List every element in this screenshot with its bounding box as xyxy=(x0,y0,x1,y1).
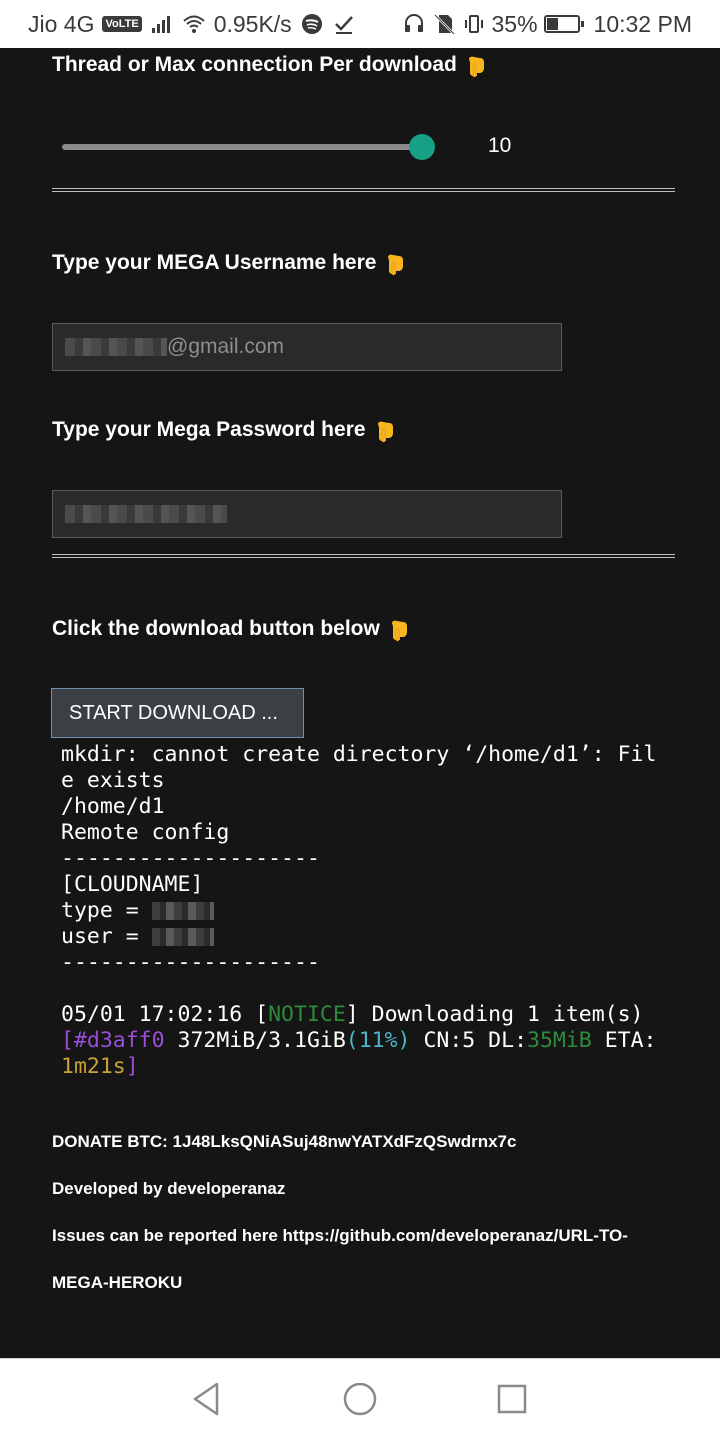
no-sim-icon xyxy=(432,12,456,36)
battery-icon xyxy=(543,15,584,33)
carrier-label: Jio 4G xyxy=(28,10,95,37)
redacted-user xyxy=(151,928,214,946)
slider-thumb[interactable] xyxy=(409,134,435,160)
wifi-icon xyxy=(182,12,206,36)
donate-text: DONATE BTC: 1J48LksQNiASuj48nwYATXdFzQSw… xyxy=(52,1132,517,1151)
progress-close: ] xyxy=(125,1054,139,1079)
console-line: [CLOUDNAME] xyxy=(61,872,204,897)
checkmark-icon xyxy=(332,12,356,36)
progress-percent: (11%) xyxy=(345,1028,411,1053)
pointing-down-icon xyxy=(388,616,410,642)
redacted-username xyxy=(65,338,167,356)
password-heading: Type your Mega Password here xyxy=(52,417,396,443)
log-message: ] Downloading 1 item(s) xyxy=(345,1002,644,1027)
status-bar: Jio 4G VoLTE 0.95K/s 35% 10:32 PM xyxy=(0,0,720,48)
username-input[interactable]: @gmail.com xyxy=(52,323,562,371)
headset-icon xyxy=(402,12,426,36)
download-heading: Click the download button below xyxy=(52,616,410,642)
console-user-label: user = xyxy=(61,924,152,949)
start-download-button[interactable]: START DOWNLOAD ... xyxy=(51,688,304,738)
battery-fill xyxy=(546,18,558,30)
username-heading-label: Type your MEGA Username here xyxy=(52,251,377,274)
recents-icon[interactable] xyxy=(494,1381,530,1417)
threads-slider[interactable] xyxy=(62,134,435,160)
issues-link-line2[interactable]: MEGA-HEROKU xyxy=(52,1273,182,1293)
console-line: Remote config xyxy=(61,820,230,845)
progress-cn: CN:5 DL: xyxy=(410,1028,528,1053)
back-icon[interactable] xyxy=(188,1381,224,1417)
pointing-down-icon xyxy=(465,52,487,78)
pointing-down-icon xyxy=(374,417,396,443)
progress-id: #d3aff0 xyxy=(73,1028,165,1053)
issues-link-line1[interactable]: Issues can be reported here https://gith… xyxy=(52,1226,628,1246)
redacted-type xyxy=(151,902,214,920)
divider xyxy=(52,554,675,558)
navigation-bar xyxy=(0,1358,720,1440)
slider-value: 10 xyxy=(488,134,512,157)
progress-eta-value: 1m21s xyxy=(61,1054,126,1079)
log-notice: NOTICE xyxy=(268,1002,346,1027)
console-separator: -------------------- xyxy=(61,950,320,975)
console-separator: -------------------- xyxy=(61,846,320,871)
username-heading: Type your MEGA Username here xyxy=(52,250,406,276)
signal-icon xyxy=(150,12,174,36)
slider-track xyxy=(62,144,422,150)
battery-percent: 35% xyxy=(491,10,538,37)
spotify-icon xyxy=(300,12,324,36)
console-line: /home/d1 xyxy=(61,794,165,819)
progress-size: 372MiB/3.1GiB xyxy=(164,1028,346,1053)
home-icon[interactable] xyxy=(342,1381,378,1417)
divider xyxy=(52,188,675,192)
console-type-label: type = xyxy=(61,898,152,923)
progress-eta: ETA: xyxy=(591,1028,657,1053)
progress-dl: 35MiB xyxy=(527,1028,592,1053)
network-speed: 0.95K/s xyxy=(213,10,292,37)
log-time: 05/01 17:02:16 [ xyxy=(61,1002,269,1027)
threads-heading-label: Thread or Max connection Per download xyxy=(52,53,457,76)
threads-heading: Thread or Max connection Per download xyxy=(52,52,487,78)
clock: 10:32 PM xyxy=(593,10,692,37)
redacted-password xyxy=(65,505,227,523)
developer-credit: Developed by developeranaz xyxy=(52,1179,286,1198)
pointing-down-icon xyxy=(384,250,406,276)
volte-badge: VoLTE xyxy=(102,16,142,32)
console-output: mkdir: cannot create directory ‘/home/d1… xyxy=(61,742,681,1080)
password-heading-label: Type your Mega Password here xyxy=(52,418,366,441)
console-line: mkdir: cannot create directory ‘/home/d1… xyxy=(61,742,657,767)
password-input[interactable] xyxy=(52,490,562,538)
vibrate-icon xyxy=(462,12,486,36)
progress-open: [ xyxy=(61,1028,74,1053)
username-value: @gmail.com xyxy=(167,335,285,358)
main-content: Thread or Max connection Per download 10… xyxy=(0,48,720,1358)
console-line: e exists xyxy=(61,768,165,793)
download-heading-label: Click the download button below xyxy=(52,617,380,640)
